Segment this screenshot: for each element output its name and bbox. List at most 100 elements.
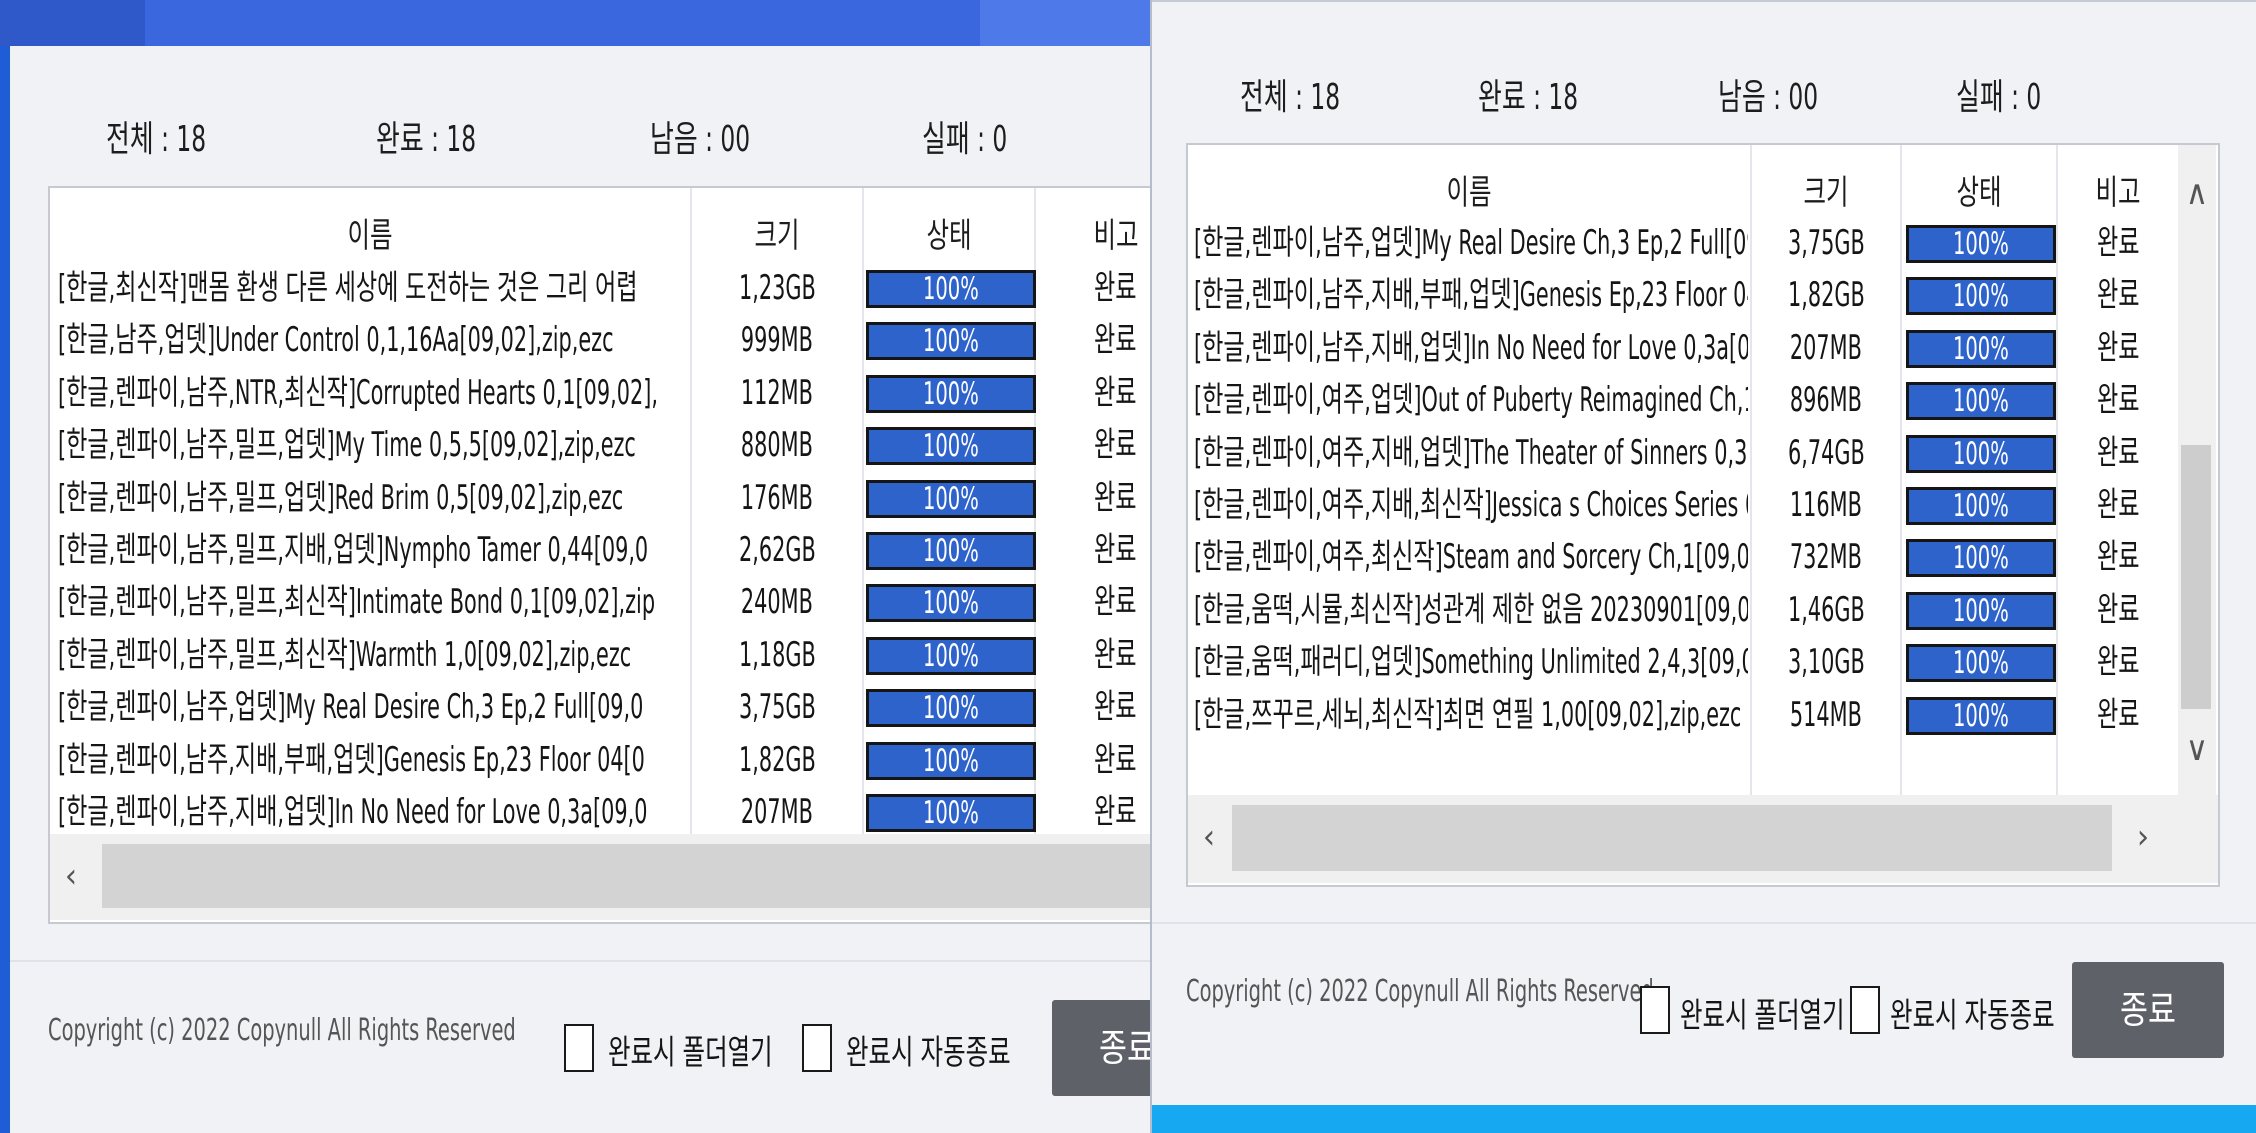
file-name: [한글,렌파이,여주,지배,최신작]Jessica s Choices Seri… (1194, 485, 1748, 525)
file-size: 6,74GB (1787, 432, 1865, 473)
window-top-edge (1152, 0, 2256, 2)
table-row[interactable]: [한글,렌파이,남주,밀프,최신작]Intimate Bond 0,1[09,0… (50, 576, 1160, 628)
table-row[interactable]: [한글,렌파이,남주,업뎃]My Real Desire Ch,3 Ep,2 F… (50, 681, 1160, 733)
auto-close-checkbox[interactable] (802, 1024, 832, 1072)
table-row[interactable]: [한글,렌파이,여주,최신작]Steam and Sorcery Ch,1[09… (1188, 531, 2178, 583)
close-button[interactable]: 종료 (2072, 962, 2224, 1058)
scroll-left-icon[interactable]: ‹ (1194, 817, 1224, 857)
status-note: 완료 (1093, 792, 1137, 832)
open-folder-label[interactable]: 완료시 폴더열기 (608, 1025, 773, 1074)
table-row[interactable]: [한글,남주,업뎃]Under Control 0,1,16Aa[09,02],… (50, 314, 1160, 366)
file-list[interactable]: 이름 크기 상태 비고 [한글,최신작]맨몸 환생 다른 세상에 도전하는 것은… (48, 186, 1160, 924)
table-row[interactable]: [한글,렌파이,남주,NTR,최신작]Corrupted Hearts 0,1[… (50, 367, 1160, 419)
auto-close-label[interactable]: 완료시 자동종료 (1890, 988, 2055, 1037)
table-row[interactable]: [한글,렌파이,여주,지배,업뎃]The Theater of Sinners … (1188, 427, 2178, 479)
open-folder-checkbox[interactable] (1640, 986, 1670, 1034)
progress-bar: 100% (1906, 644, 2056, 683)
scrollbar-thumb[interactable] (102, 844, 1152, 908)
column-header-size[interactable]: 크기 (1773, 165, 1880, 214)
table-row[interactable]: [한글,렌파이,남주,지배,부패,업뎃]Genesis Ep,23 Floor … (1188, 269, 2178, 321)
column-header-name[interactable]: 이름 (1267, 165, 1672, 214)
vertical-scrollbar[interactable]: ∧ ∨ (2178, 145, 2216, 795)
open-folder-label[interactable]: 완료시 폴더열기 (1680, 988, 1845, 1037)
column-header-size[interactable]: 크기 (716, 208, 838, 257)
status-note: 완료 (2096, 537, 2140, 578)
file-name: [한글,렌파이,여주,최신작]Steam and Sorcery Ch,1[09… (1194, 537, 1748, 578)
table-row[interactable]: [한글,렌파이,남주,지배,부패,업뎃]Genesis Ep,23 Floor … (50, 734, 1160, 786)
progress-bar: 100% (866, 584, 1036, 623)
table-row[interactable]: [한글,최신작]맨몸 환생 다른 세상에 도전하는 것은 그리 어렵 1,23GB… (50, 262, 1160, 314)
scroll-down-icon[interactable]: ∨ (2182, 729, 2212, 769)
column-header-name[interactable]: 이름 (140, 208, 601, 257)
progress-bar: 100% (1906, 329, 2056, 368)
file-size: 1,82GB (738, 739, 816, 780)
column-header-note[interactable]: 비고 (2075, 165, 2161, 214)
scrollbar-thumb[interactable] (1232, 805, 2112, 871)
table-row[interactable]: [한글,렌파이,여주,지배,최신작]Jessica s Choices Seri… (1188, 479, 2178, 531)
table-row[interactable]: [한글,움떡,패러디,업뎃]Something Unlimited 2,4,3[… (1188, 636, 2178, 688)
progress-bar: 100% (1906, 225, 2056, 263)
file-size: 3,75GB (1787, 223, 1865, 263)
progress-bar: 100% (1906, 434, 2056, 473)
table-row[interactable]: [한글,렌파이,남주,밀프,업뎃]Red Brim 0,5[09,02],zip… (50, 472, 1160, 524)
auto-close-checkbox[interactable] (1850, 986, 1880, 1034)
file-size: 112MB (741, 372, 813, 413)
column-header-status[interactable]: 상태 (1924, 165, 2035, 214)
progress-bar: 100% (1906, 591, 2056, 630)
file-name: [한글,렌파이,남주,지배,부패,업뎃]Genesis Ep,23 Floor … (1194, 275, 1748, 316)
status-note: 완료 (1093, 530, 1137, 570)
file-name: [한글,쯔꾸르,세뇌,최신작]최면 연필 1,00[09,02],zip,ezc (1194, 694, 1742, 735)
status-note: 완료 (1093, 268, 1137, 308)
scroll-right-icon[interactable]: › (2128, 817, 2158, 857)
column-header-note[interactable]: 비고 (1058, 208, 1160, 257)
table-row[interactable]: [한글,렌파이,남주,밀프,최신작]Warmth 1,0[09,02],zip,… (50, 629, 1160, 681)
status-note: 완료 (2096, 694, 2140, 735)
status-note: 완료 (1093, 425, 1137, 466)
table-row[interactable]: [한글,렌파이,남주,밀프,업뎃]My Time 0,5,5[09,02],zi… (50, 419, 1160, 471)
file-size: 880MB (741, 425, 813, 466)
table-row[interactable]: [한글,렌파이,여주,업뎃]Out of Puberty Reimagined … (1188, 374, 2178, 426)
table-row[interactable]: [한글,쯔꾸르,세뇌,최신작]최면 연필 1,00[09,02],zip,ezc… (1188, 689, 2178, 741)
bottom-accent-bar (1152, 1105, 2256, 1133)
open-folder-checkbox[interactable] (564, 1024, 594, 1072)
status-note: 완료 (2096, 275, 2140, 316)
status-note: 완료 (1093, 320, 1137, 361)
close-button[interactable]: 종료 (1052, 1000, 1160, 1096)
progress-bar: 100% (1906, 696, 2056, 735)
scroll-left-icon[interactable]: ‹ (56, 856, 86, 896)
progress-bar: 100% (1906, 277, 2056, 316)
title-bar[interactable] (0, 0, 1160, 46)
file-size: 240MB (741, 582, 813, 623)
status-note: 완료 (1093, 687, 1137, 728)
footer-divider (1152, 922, 2256, 924)
file-size: 1,82GB (1787, 275, 1865, 316)
progress-bar: 100% (866, 374, 1036, 413)
table-row[interactable]: [한글,렌파이,남주,업뎃]My Real Desire Ch,3 Ep,2 F… (1188, 217, 2178, 269)
progress-bar: 100% (866, 532, 1036, 570)
table-row[interactable]: [한글,렌파이,남주,지배,업뎃]In No Need for Love 0,3… (1188, 322, 2178, 374)
status-note: 완료 (1093, 634, 1137, 675)
close-button-label: 종료 (1099, 1026, 1155, 1070)
column-header-status[interactable]: 상태 (888, 208, 1010, 257)
status-note: 완료 (1093, 477, 1137, 518)
file-size: 896MB (1790, 380, 1862, 421)
file-list[interactable]: 이름 크기 상태 비고 [한글,렌파이,남주,업뎃]My Real Desire… (1186, 143, 2220, 887)
file-size: 3,75GB (738, 687, 816, 728)
file-size: 732MB (1790, 537, 1862, 578)
status-note: 완료 (1093, 739, 1137, 780)
scroll-up-icon[interactable]: ∧ (2182, 173, 2212, 213)
file-name: [한글,렌파이,남주,지배,부패,업뎃]Genesis Ep,23 Floor … (58, 739, 645, 780)
copyright-text: Copyright (c) 2022 Copynull All Rights R… (48, 1013, 516, 1048)
scrollbar-thumb[interactable] (2181, 445, 2211, 709)
progress-bar: 100% (1906, 487, 2056, 525)
file-size: 1,46GB (1787, 589, 1865, 630)
file-size: 999MB (741, 320, 813, 361)
horizontal-scrollbar[interactable]: ‹ (50, 834, 1160, 920)
file-name: [한글,렌파이,남주,업뎃]My Real Desire Ch,3 Ep,2 F… (58, 687, 644, 728)
auto-close-label[interactable]: 완료시 자동종료 (846, 1025, 1011, 1074)
table-row[interactable]: [한글,움떡,시뮬,최신작]성관계 제한 없음 20230901[09,02],… (1188, 584, 2178, 636)
horizontal-scrollbar[interactable]: ‹ › (1188, 795, 2218, 883)
table-row[interactable]: [한글,렌파이,남주,밀프,지배,업뎃]Nympho Tamer 0,44[09… (50, 524, 1160, 576)
table-row[interactable]: [한글,렌파이,남주,지배,업뎃]In No Need for Love 0,3… (50, 786, 1160, 838)
status-note: 완료 (2096, 223, 2140, 263)
